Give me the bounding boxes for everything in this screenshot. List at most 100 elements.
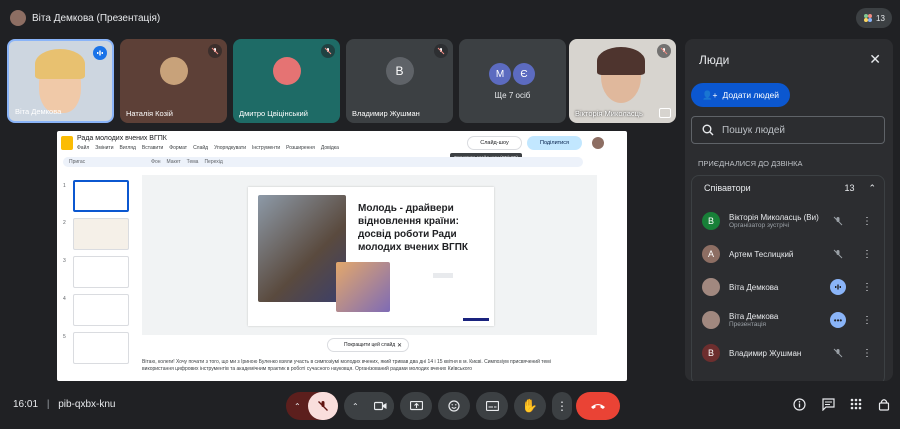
participant-hair [597, 47, 645, 75]
activities-icon[interactable] [848, 396, 864, 412]
tile-name: Владимир Жушман [352, 109, 420, 118]
tile-dmytro[interactable]: Дмитро Цвіцінський [233, 39, 340, 123]
participant-avatar: Є [513, 63, 535, 85]
captions-icon [485, 401, 499, 411]
mic-off-icon[interactable] [830, 246, 846, 262]
menu-item: Формат [169, 145, 188, 151]
participant-row[interactable]: Віта Демкова ⋮ [702, 273, 882, 301]
speaking-icon [830, 279, 846, 295]
reactions-button[interactable] [438, 392, 470, 420]
present-screen-icon [409, 400, 423, 410]
participant-row[interactable]: В Вікторія Миколасць (Ви) Організатор зус… [702, 207, 882, 235]
videocam-icon [373, 401, 386, 411]
pip-icon[interactable] [659, 108, 671, 118]
menu-item: Слайд [193, 145, 209, 151]
more-options-icon[interactable]: ⋮ [862, 345, 872, 361]
toolbar-item: Макет [166, 159, 181, 165]
more-options-icon[interactable]: ⋮ [862, 279, 872, 295]
more-options-icon[interactable]: ⋮ [862, 246, 872, 262]
participant-role: Презентація [729, 321, 767, 328]
separator: | [46, 399, 50, 410]
tile-viktoria[interactable]: Вікторія Миколасць [569, 39, 676, 123]
tile-more-people[interactable]: М Є Ще 7 осіб [459, 39, 566, 123]
mic-off-icon[interactable] [830, 213, 846, 229]
meeting-code: pib-qxbx-knu [58, 399, 116, 410]
more-vert-icon: ⋮ [556, 399, 568, 413]
participant-avatar [702, 278, 720, 296]
mic-off-icon [434, 44, 448, 58]
participant-name: Артем Теслицкий [729, 249, 794, 259]
add-people-label: Додати людей [722, 90, 780, 100]
joined-section-label: ПРИЄДНАЛИСЯ ДО ДЗВІНКА [698, 159, 803, 168]
slides-toolbar: Пригас Фон Макет Тема Перехід [63, 157, 583, 167]
emoji-icon [448, 400, 460, 412]
meeting-info: 16:01 | pib-qxbx-knu [13, 399, 115, 410]
tile-volodymyr[interactable]: В Владимир Жушман [346, 39, 453, 123]
chevron-up-icon[interactable]: ⌃ [352, 402, 359, 411]
participant-name: Віта Демкова [729, 282, 779, 292]
more-options-icon[interactable]: ⋮ [862, 213, 872, 229]
add-people-button[interactable]: 👤+ Додати людей [691, 83, 790, 107]
current-slide: Молодь - драйвери відновлення країни: до… [248, 187, 494, 326]
participant-role: Організатор зустрічі [729, 222, 790, 229]
participant-avatar: А [702, 245, 720, 263]
more-options-button[interactable]: ⋮ [552, 392, 572, 420]
slide-number: 1 [63, 183, 66, 189]
leave-call-button[interactable] [576, 392, 620, 420]
slide-photo [336, 262, 390, 312]
mic-off-icon [208, 44, 222, 58]
participant-row[interactable]: Віта Демкова Презентація ••• ⋮ [702, 306, 882, 334]
chevron-up-icon[interactable]: ⌃ [294, 402, 301, 411]
tile-name: Віта Демкова [15, 107, 62, 116]
participant-name: Вікторія Миколасць (Ви) [729, 213, 819, 222]
slide-number: 5 [63, 334, 66, 340]
panel-title: Люди [699, 53, 730, 67]
menu-item: Інструменти [251, 145, 281, 151]
menu-item: Розширення [286, 145, 315, 151]
participant-count-button[interactable]: 13 [856, 8, 892, 28]
host-controls-icon[interactable] [876, 396, 892, 412]
clock-time: 16:01 [13, 399, 39, 410]
participant-row[interactable]: В Владимир Жушман ⋮ [702, 339, 882, 367]
bottom-bar: 16:01 | pib-qxbx-knu ⌃ ⌃ ✋ ⋮ [0, 386, 900, 429]
improve-slide-chip: Покращити цей слайд ✕ [327, 338, 409, 352]
meeting-details-icon[interactable] [791, 396, 807, 412]
menu-item: Довідка [320, 145, 339, 151]
screen-share: Рада молодих вчених ВГПК Файл Змінити Ви… [57, 131, 627, 381]
search-people-field[interactable]: Пошук людей [691, 116, 885, 144]
participant-row[interactable]: А Артем Теслицкий ⋮ [702, 240, 882, 268]
call-end-icon [591, 404, 605, 409]
presentation-dots-icon: ••• [830, 312, 846, 328]
collaborators-header[interactable]: Співавтори 13 ⌃ [692, 176, 886, 200]
slide-thumbnail [73, 218, 129, 250]
speaker-notes: Вітаю, колеги! Хочу почати з того, що ми… [142, 359, 582, 379]
presenter-label: Віта Демкова (Презентація) [32, 12, 161, 24]
microphone-toggle[interactable] [308, 392, 338, 420]
slides-menu: Файл Змінити Вигляд Вставити Формат Слай… [77, 145, 339, 151]
raise-hand-button[interactable]: ✋ [514, 392, 546, 420]
chat-icon[interactable] [820, 396, 836, 412]
search-placeholder: Пошук людей [722, 124, 786, 136]
participant-avatar [702, 311, 720, 329]
more-options-icon[interactable]: ⋮ [862, 312, 872, 328]
top-bar: Віта Демкова (Презентація) 13 [0, 0, 900, 36]
participant-avatar [159, 56, 188, 85]
slideshow-button: Слайд-шоу [467, 136, 522, 150]
slide-thumbnail [73, 332, 129, 364]
mic-off-icon[interactable] [830, 345, 846, 361]
more-people-label: Ще 7 осіб [494, 91, 531, 100]
tile-vita-demkova[interactable]: Віта Демкова [7, 39, 114, 123]
menu-item: Змінити [95, 145, 114, 151]
camera-toggle[interactable] [366, 392, 394, 420]
toolbar-item: Пригас [69, 159, 86, 165]
tile-name: Дмитро Цвіцінський [239, 109, 308, 118]
participant-name: Владимир Жушман [729, 348, 802, 358]
mic-control: ⌃ [286, 392, 338, 420]
tile-natalia-koziy[interactable]: Наталія Козій [120, 39, 227, 123]
slide-number: 4 [63, 296, 66, 302]
group-label: Співавтори [704, 183, 751, 193]
present-button[interactable] [400, 392, 432, 420]
captions-button[interactable] [476, 392, 508, 420]
close-panel-icon[interactable]: ✕ [869, 51, 881, 68]
menu-item: Упорядкувати [214, 145, 246, 151]
